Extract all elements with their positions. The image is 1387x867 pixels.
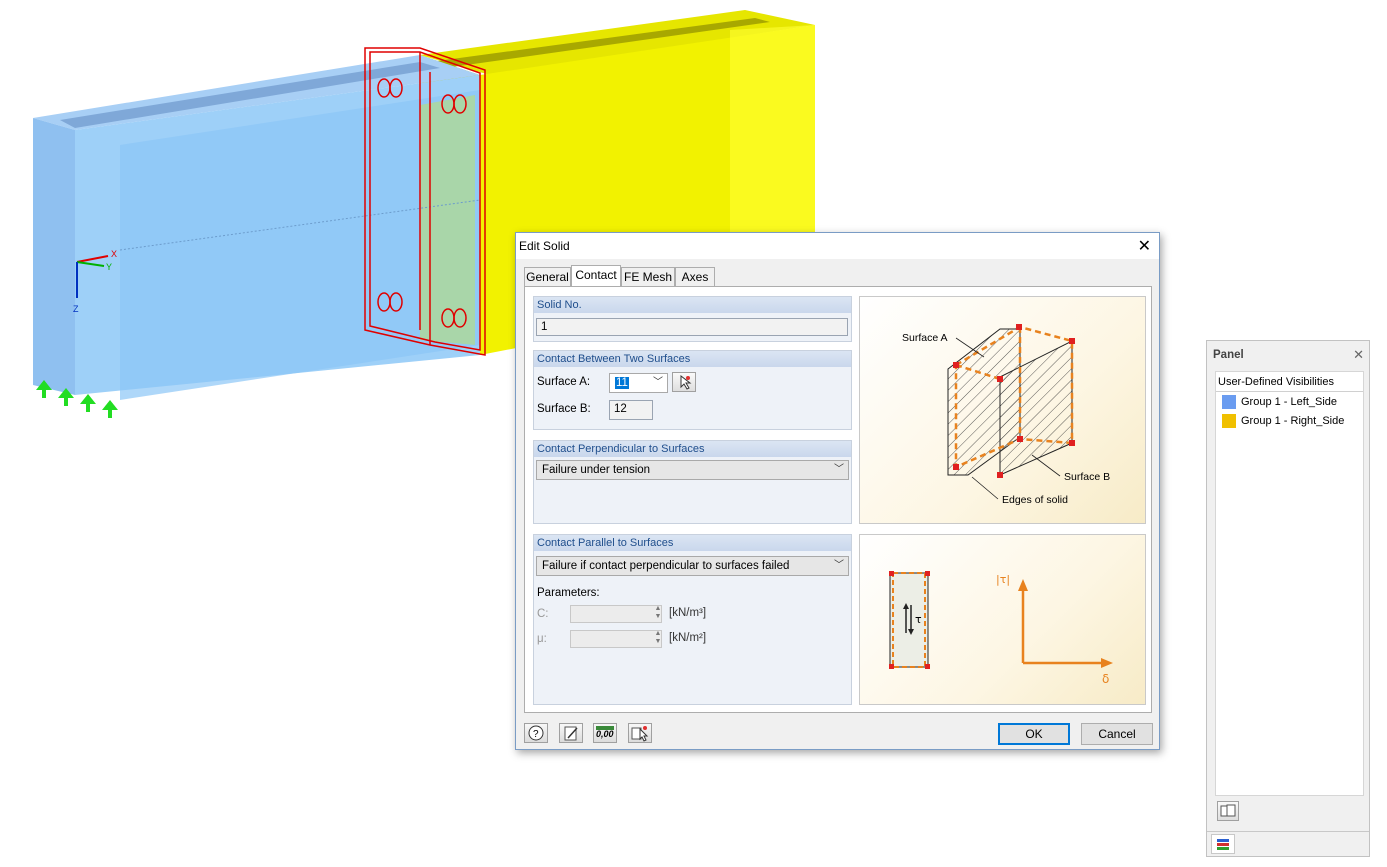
- contact-tab-pane: Solid No. 1 Contact Between Two Surfaces…: [524, 286, 1152, 713]
- contact-surfaces-heading: Contact Between Two Surfaces: [534, 351, 851, 367]
- ok-button[interactable]: OK: [998, 723, 1070, 745]
- surface-b-field[interactable]: 12: [609, 400, 653, 420]
- shear-illustration: τ |τ| δ: [859, 534, 1146, 705]
- help-icon: ?: [528, 725, 544, 741]
- surface-b-label: Surface B:: [537, 403, 591, 415]
- surface-a-select[interactable]: 11 ﹀: [609, 373, 668, 393]
- pointer-pick-icon: [680, 374, 692, 390]
- panel-title: Panel: [1213, 349, 1244, 361]
- solid-no-heading: Solid No.: [534, 297, 851, 313]
- surface-a-label: Surface A:: [537, 376, 591, 388]
- color-swatch: [1222, 395, 1236, 410]
- parallel-select[interactable]: Failure if contact perpendicular to surf…: [536, 556, 849, 576]
- perpendicular-select[interactable]: Failure under tension ﹀: [536, 460, 849, 480]
- svg-text:Z: Z: [73, 304, 79, 314]
- select-pointer-icon: [631, 726, 649, 742]
- parallel-group: Contact Parallel to Surfaces Failure if …: [533, 534, 852, 705]
- visibility-item-right-side[interactable]: Group 1 - Right_Side: [1222, 414, 1345, 429]
- chevron-down-icon: ﹀: [834, 464, 844, 475]
- visibility-item-left-side[interactable]: Group 1 - Left_Side: [1222, 395, 1338, 410]
- delta-label: δ: [1102, 672, 1109, 686]
- close-icon[interactable]: ✕: [1353, 347, 1364, 363]
- tab-axes[interactable]: Axes: [675, 267, 715, 286]
- mu-spinner[interactable]: ▲ ▼: [648, 630, 668, 648]
- left-beam-solid: [33, 55, 481, 400]
- tau-label: τ: [915, 613, 922, 626]
- surface-a-caption: Surface A: [902, 332, 948, 344]
- numeric-format-button[interactable]: 0,00: [593, 723, 617, 743]
- mu-unit: [kN/m²]: [669, 632, 707, 644]
- parallel-value: Failure if contact perpendicular to surf…: [542, 560, 790, 572]
- panel-tab-button[interactable]: [1211, 834, 1235, 854]
- visibility-settings-icon: [1220, 804, 1236, 817]
- select-in-graphics-button[interactable]: [628, 723, 652, 743]
- close-icon[interactable]: ✕: [1138, 236, 1151, 256]
- dialog-titlebar[interactable]: Edit Solid ✕: [516, 233, 1159, 259]
- edit-note-icon: [564, 726, 578, 741]
- color-swatch: [1222, 414, 1236, 429]
- panel-header: Panel ✕: [1207, 341, 1369, 368]
- edit-solid-dialog[interactable]: Edit Solid ✕ General Contact FE Mesh Axe…: [515, 232, 1160, 750]
- visibility-list: User-Defined Visibilities Group 1 - Left…: [1215, 371, 1364, 796]
- tab-fe-mesh[interactable]: FE Mesh: [621, 267, 675, 286]
- dialog-title: Edit Solid: [519, 239, 570, 253]
- cancel-button[interactable]: Cancel: [1081, 723, 1153, 745]
- svg-text:X: X: [111, 249, 117, 259]
- edges-caption: Edges of solid: [1002, 494, 1068, 506]
- parameters-label: Parameters:: [537, 587, 600, 599]
- panel-footer: [1207, 831, 1369, 857]
- perpendicular-group: Contact Perpendicular to Surfaces Failur…: [533, 440, 852, 524]
- perpendicular-heading: Contact Perpendicular to Surfaces: [534, 441, 851, 457]
- surfaces-illustration: Surface A Surface B Edges of solid: [859, 296, 1146, 524]
- numeric-format-text: 0,00: [596, 729, 614, 739]
- tau-abs-label: |τ|: [996, 573, 1010, 586]
- mu-label: μ:: [537, 633, 547, 645]
- visibility-item-label: Group 1 - Right_Side: [1241, 415, 1345, 427]
- chevron-down-icon: ﹀: [653, 377, 663, 388]
- c-spinner[interactable]: ▲ ▼: [648, 605, 668, 623]
- solid-no-field: 1: [536, 318, 848, 336]
- chevron-down-icon: ﹀: [834, 560, 844, 571]
- layers-icon: [1217, 839, 1229, 850]
- visibility-item-label: Group 1 - Left_Side: [1241, 396, 1338, 408]
- c-unit: [kN/m³]: [669, 607, 707, 619]
- contact-surfaces-group: Contact Between Two Surfaces Surface A: …: [533, 350, 852, 430]
- pick-surface-button[interactable]: [672, 372, 696, 392]
- help-button[interactable]: ?: [524, 723, 548, 743]
- edit-comment-button[interactable]: [559, 723, 583, 743]
- visibility-panel[interactable]: Panel ✕ User-Defined Visibilities Group …: [1206, 340, 1370, 857]
- surface-b-caption: Surface B: [1064, 471, 1110, 483]
- tab-general[interactable]: General: [524, 267, 571, 286]
- visibility-section-title: User-Defined Visibilities: [1218, 376, 1334, 388]
- surface-a-value: 11: [615, 377, 629, 389]
- panel-settings-button[interactable]: [1217, 801, 1239, 821]
- tab-contact[interactable]: Contact: [571, 265, 621, 286]
- perpendicular-value: Failure under tension: [542, 464, 651, 476]
- svg-text:Y: Y: [106, 262, 112, 272]
- solid-no-group: Solid No. 1: [533, 296, 852, 342]
- svg-text:?: ?: [533, 729, 539, 740]
- c-label: C:: [537, 608, 549, 620]
- parallel-heading: Contact Parallel to Surfaces: [534, 535, 851, 551]
